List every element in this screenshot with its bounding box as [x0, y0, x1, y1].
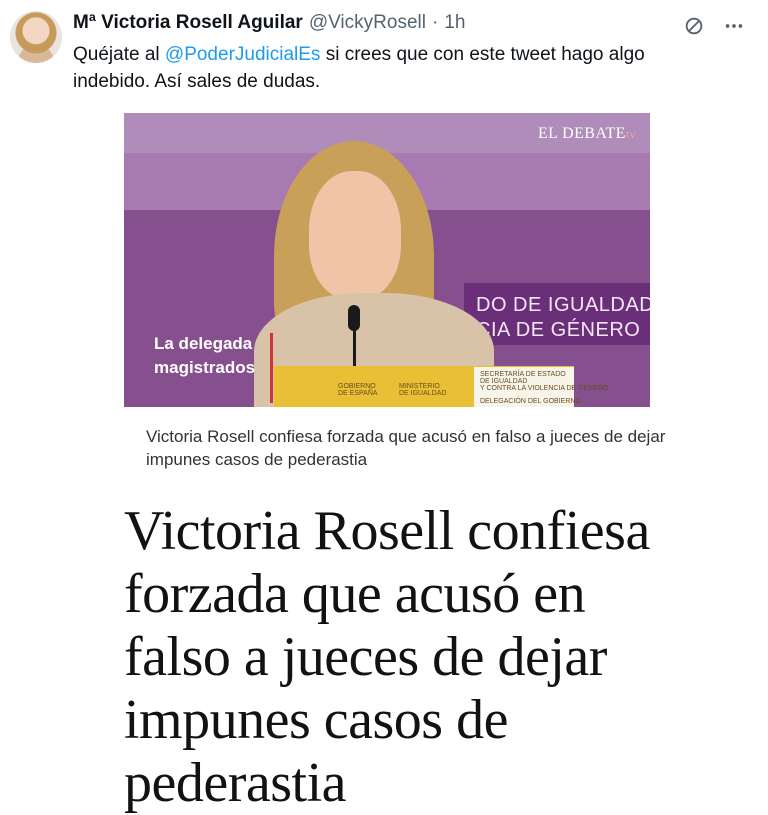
- brand-logo: EL DEBATEtv: [538, 125, 636, 143]
- card-caption[interactable]: Victoria Rosell confiesa forzada que acu…: [146, 425, 666, 471]
- video-subtitle: La delegada magistrados: [154, 332, 255, 380]
- brand-name: EL DEBATE: [537, 125, 626, 142]
- backdrop-line-1: DO DE IGUALDAD: [476, 294, 650, 316]
- tweet-actions: [682, 14, 746, 38]
- tweet: Mª Victoria Rosell Aguilar @VickyRosell …: [0, 0, 768, 814]
- backdrop-text: DO DE IGUALDAD CIA DE GÉNERO: [476, 293, 650, 343]
- podium-label-gobierno: GOBIERNO DE ESPAÑA: [338, 383, 378, 397]
- subtitle-line-1: La delegada: [154, 334, 253, 353]
- video-card[interactable]: DO DE IGUALDAD CIA DE GÉNERO GOBIERNO DE…: [124, 113, 650, 407]
- mention-link[interactable]: @PoderJudicialEs: [165, 44, 321, 65]
- subtitle-line-2: magistrados: [154, 358, 256, 377]
- tweet-header: Mª Victoria Rosell Aguilar @VickyRosell …: [73, 12, 668, 38]
- brand-suffix: tv: [625, 127, 636, 141]
- podium-label-secretaria: SECRETARÍA DE ESTADO DE IGUALDAD Y CONTR…: [480, 371, 609, 392]
- author-name[interactable]: Mª Victoria Rosell Aguilar: [73, 12, 303, 34]
- microphone-stem: [353, 327, 356, 367]
- tweet-text-prefix: Quéjate al: [73, 44, 165, 65]
- tweet-text: Quéjate al @PoderJudicialEs si crees que…: [73, 41, 713, 95]
- avatar[interactable]: [10, 11, 62, 63]
- article-headline: Victoria Rosell confiesa forzada que acu…: [124, 500, 650, 814]
- grok-icon[interactable]: [682, 14, 706, 38]
- podium-footer: DELEGACIÓN DEL GOBIERNO: [480, 398, 581, 405]
- author-handle[interactable]: @VickyRosell: [309, 12, 426, 34]
- backdrop-line-2: CIA DE GÉNERO: [476, 319, 641, 341]
- more-icon[interactable]: [722, 14, 746, 38]
- person-face: [309, 171, 401, 299]
- podium-label-ministerio: MINISTERIO DE IGUALDAD: [399, 383, 447, 397]
- timestamp[interactable]: 1h: [444, 12, 465, 34]
- subtitle-accent-bar: [270, 333, 273, 403]
- header-separator: ·: [431, 12, 439, 33]
